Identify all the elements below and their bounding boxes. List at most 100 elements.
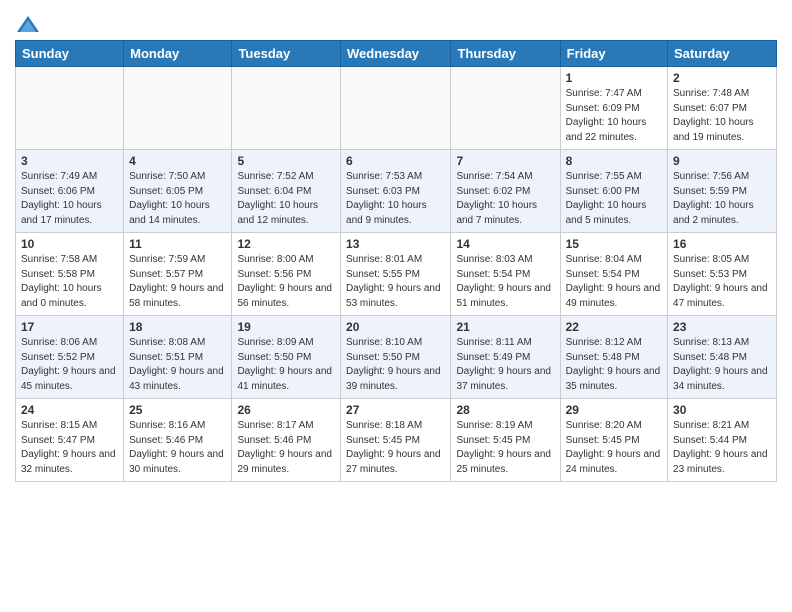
calendar-cell: 21 Sunrise: 8:11 AM Sunset: 5:49 PM Dayli… (451, 316, 560, 399)
day-number: 28 (456, 403, 554, 417)
calendar-cell (341, 67, 451, 150)
day-info: Sunrise: 8:16 AM Sunset: 5:46 PM Dayligh… (129, 419, 226, 477)
weekday-header-row: SundayMondayTuesdayWednesdayThursdayFrid… (16, 41, 777, 67)
day-info: Sunrise: 7:47 AM Sunset: 6:09 PM Dayligh… (566, 87, 662, 145)
day-number: 2 (673, 71, 771, 85)
day-number: 20 (346, 320, 445, 334)
day-number: 22 (566, 320, 662, 334)
day-info: Sunrise: 8:21 AM Sunset: 5:44 PM Dayligh… (673, 419, 771, 477)
day-info: Sunrise: 8:03 AM Sunset: 5:54 PM Dayligh… (456, 253, 554, 311)
day-number: 4 (129, 154, 226, 168)
day-info: Sunrise: 8:13 AM Sunset: 5:48 PM Dayligh… (673, 336, 771, 394)
day-info: Sunrise: 7:55 AM Sunset: 6:00 PM Dayligh… (566, 170, 662, 228)
weekday-monday: Monday (124, 41, 232, 67)
day-number: 29 (566, 403, 662, 417)
day-number: 19 (237, 320, 335, 334)
day-number: 21 (456, 320, 554, 334)
calendar-cell: 29Sunrise: 8:20 AM Sunset: 5:45 PM Dayli… (560, 399, 667, 482)
day-number: 3 (21, 154, 118, 168)
day-number: 12 (237, 237, 335, 251)
calendar-cell: 17 Sunrise: 8:06 AM Sunset: 5:52 PM Dayli… (16, 316, 124, 399)
day-number: 24 (21, 403, 118, 417)
day-number: 17 (21, 320, 118, 334)
calendar-cell (232, 67, 341, 150)
calendar-cell: 4 Sunrise: 7:50 AM Sunset: 6:05 PM Daylig… (124, 150, 232, 233)
calendar-cell (451, 67, 560, 150)
day-number: 14 (456, 237, 554, 251)
day-info: Sunrise: 7:52 AM Sunset: 6:04 PM Dayligh… (237, 170, 335, 228)
weekday-friday: Friday (560, 41, 667, 67)
day-info: Sunrise: 8:04 AM Sunset: 5:54 PM Dayligh… (566, 253, 662, 311)
calendar-body: 1 Sunrise: 7:47 AM Sunset: 6:09 PM Daylig… (16, 67, 777, 482)
day-number: 18 (129, 320, 226, 334)
calendar-table: SundayMondayTuesdayWednesdayThursdayFrid… (15, 40, 777, 482)
calendar-row: 24 Sunrise: 8:15 AM Sunset: 5:47 PM Dayli… (16, 399, 777, 482)
day-info: Sunrise: 8:01 AM Sunset: 5:55 PM Dayligh… (346, 253, 445, 311)
day-number: 10 (21, 237, 118, 251)
calendar-cell: 26 Sunrise: 8:17 AM Sunset: 5:46 PM Dayli… (232, 399, 341, 482)
header (15, 10, 777, 34)
calendar-cell: 19 Sunrise: 8:09 AM Sunset: 5:50 PM Dayli… (232, 316, 341, 399)
calendar-cell: 3Sunrise: 7:49 AM Sunset: 6:06 PM Daylig… (16, 150, 124, 233)
day-info: Sunrise: 8:10 AM Sunset: 5:50 PM Dayligh… (346, 336, 445, 394)
calendar-cell: 5 Sunrise: 7:52 AM Sunset: 6:04 PM Daylig… (232, 150, 341, 233)
day-info: Sunrise: 8:17 AM Sunset: 5:46 PM Dayligh… (237, 419, 335, 477)
day-number: 11 (129, 237, 226, 251)
day-number: 23 (673, 320, 771, 334)
day-info: Sunrise: 7:48 AM Sunset: 6:07 PM Dayligh… (673, 87, 771, 145)
calendar-cell: 24 Sunrise: 8:15 AM Sunset: 5:47 PM Dayli… (16, 399, 124, 482)
calendar-cell: 20 Sunrise: 8:10 AM Sunset: 5:50 PM Dayli… (341, 316, 451, 399)
day-number: 16 (673, 237, 771, 251)
day-number: 8 (566, 154, 662, 168)
day-info: Sunrise: 8:05 AM Sunset: 5:53 PM Dayligh… (673, 253, 771, 311)
calendar-cell: 9 Sunrise: 7:56 AM Sunset: 5:59 PM Daylig… (668, 150, 777, 233)
day-info: Sunrise: 7:58 AM Sunset: 5:58 PM Dayligh… (21, 253, 118, 311)
day-info: Sunrise: 8:12 AM Sunset: 5:48 PM Dayligh… (566, 336, 662, 394)
day-info: Sunrise: 8:09 AM Sunset: 5:50 PM Dayligh… (237, 336, 335, 394)
calendar-cell: 1 Sunrise: 7:47 AM Sunset: 6:09 PM Daylig… (560, 67, 667, 150)
calendar-cell: 25 Sunrise: 8:16 AM Sunset: 5:46 PM Dayli… (124, 399, 232, 482)
calendar-cell: 23 Sunrise: 8:13 AM Sunset: 5:48 PM Dayli… (668, 316, 777, 399)
day-info: Sunrise: 8:08 AM Sunset: 5:51 PM Dayligh… (129, 336, 226, 394)
day-number: 1 (566, 71, 662, 85)
calendar-row: 17 Sunrise: 8:06 AM Sunset: 5:52 PM Dayli… (16, 316, 777, 399)
day-number: 6 (346, 154, 445, 168)
day-number: 5 (237, 154, 335, 168)
day-info: Sunrise: 7:59 AM Sunset: 5:57 PM Dayligh… (129, 253, 226, 311)
calendar-cell: 27 Sunrise: 8:18 AM Sunset: 5:45 PM Dayli… (341, 399, 451, 482)
day-number: 25 (129, 403, 226, 417)
day-info: Sunrise: 8:00 AM Sunset: 5:56 PM Dayligh… (237, 253, 335, 311)
day-info: Sunrise: 7:56 AM Sunset: 5:59 PM Dayligh… (673, 170, 771, 228)
calendar-row: 10 Sunrise: 7:58 AM Sunset: 5:58 PM Dayli… (16, 233, 777, 316)
logo-icon (17, 14, 39, 34)
calendar-cell: 10 Sunrise: 7:58 AM Sunset: 5:58 PM Dayli… (16, 233, 124, 316)
day-info: Sunrise: 8:11 AM Sunset: 5:49 PM Dayligh… (456, 336, 554, 394)
day-info: Sunrise: 7:50 AM Sunset: 6:05 PM Dayligh… (129, 170, 226, 228)
weekday-thursday: Thursday (451, 41, 560, 67)
day-number: 9 (673, 154, 771, 168)
calendar-cell: 8 Sunrise: 7:55 AM Sunset: 6:00 PM Daylig… (560, 150, 667, 233)
calendar-header: SundayMondayTuesdayWednesdayThursdayFrid… (16, 41, 777, 67)
calendar-cell: 2 Sunrise: 7:48 AM Sunset: 6:07 PM Daylig… (668, 67, 777, 150)
day-number: 27 (346, 403, 445, 417)
day-info: Sunrise: 8:18 AM Sunset: 5:45 PM Dayligh… (346, 419, 445, 477)
day-number: 26 (237, 403, 335, 417)
calendar-cell (124, 67, 232, 150)
day-number: 15 (566, 237, 662, 251)
calendar-cell (16, 67, 124, 150)
calendar-cell: 7 Sunrise: 7:54 AM Sunset: 6:02 PM Daylig… (451, 150, 560, 233)
day-number: 30 (673, 403, 771, 417)
calendar-row: 3Sunrise: 7:49 AM Sunset: 6:06 PM Daylig… (16, 150, 777, 233)
day-info: Sunrise: 8:15 AM Sunset: 5:47 PM Dayligh… (21, 419, 118, 477)
logo (15, 14, 39, 34)
calendar-cell: 13 Sunrise: 8:01 AM Sunset: 5:55 PM Dayli… (341, 233, 451, 316)
day-info: Sunrise: 8:06 AM Sunset: 5:52 PM Dayligh… (21, 336, 118, 394)
weekday-tuesday: Tuesday (232, 41, 341, 67)
day-info: Sunrise: 7:54 AM Sunset: 6:02 PM Dayligh… (456, 170, 554, 228)
day-number: 7 (456, 154, 554, 168)
calendar-cell: 15 Sunrise: 8:04 AM Sunset: 5:54 PM Dayli… (560, 233, 667, 316)
calendar-cell: 11 Sunrise: 7:59 AM Sunset: 5:57 PM Dayli… (124, 233, 232, 316)
weekday-wednesday: Wednesday (341, 41, 451, 67)
day-number: 13 (346, 237, 445, 251)
day-info: Sunrise: 8:19 AM Sunset: 5:45 PM Dayligh… (456, 419, 554, 477)
